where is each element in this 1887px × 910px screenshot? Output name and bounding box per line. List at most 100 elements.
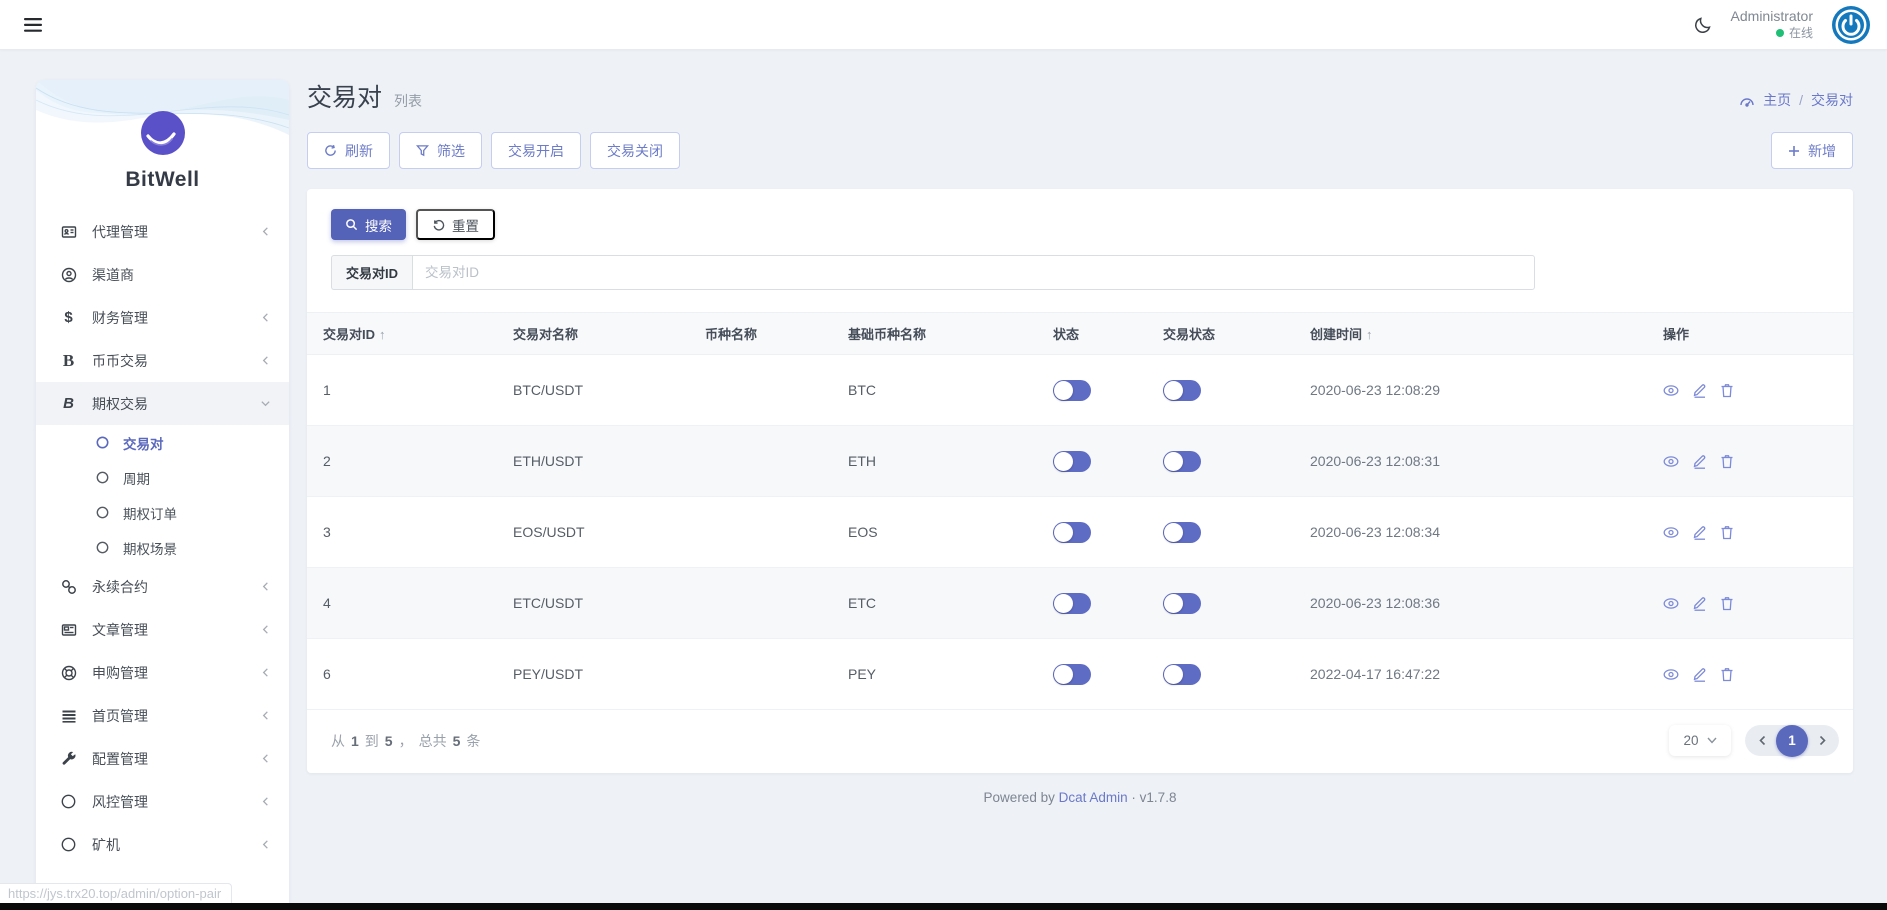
sidebar-item-label: 矿机 (92, 836, 120, 853)
status-toggle[interactable] (1053, 592, 1091, 614)
cell-coin-name (689, 567, 832, 639)
search-button-label: 搜索 (365, 218, 392, 234)
status-toggle[interactable] (1053, 663, 1091, 685)
pagination-summary: 从 1 到 5，总共 5 条 (331, 732, 481, 749)
trade-open-button[interactable]: 交易开启 (491, 132, 581, 169)
edit-pencil-icon[interactable] (1692, 666, 1707, 682)
page-title: 交易对 (307, 84, 383, 112)
brand-name: BitWell (125, 168, 200, 191)
sidebar-item-option-trading[interactable]: B 期权交易 (36, 382, 289, 425)
cell-base-coin: EOS (832, 496, 1037, 568)
cell-pair-id: 3 (307, 496, 497, 568)
edit-pencil-icon[interactable] (1692, 382, 1707, 398)
sort-asc-icon[interactable]: ↑ (379, 327, 386, 342)
sidebar-item-finance[interactable]: $ 财务管理 (36, 296, 289, 339)
sidebar-subitem-trading-pair[interactable]: 交易对 (36, 425, 289, 460)
trade-open-button-label: 交易开启 (508, 142, 564, 159)
chevron-left-icon (260, 624, 271, 635)
trade-status-toggle[interactable] (1163, 592, 1201, 614)
table-row: 1 BTC/USDT BTC 2020-06-23 12:08:29 (307, 354, 1853, 426)
cell-pair-name: ETC/USDT (497, 567, 689, 639)
view-eye-icon[interactable] (1663, 384, 1679, 397)
sidebar-subitem-label: 交易对 (123, 436, 164, 452)
trade-status-toggle[interactable] (1163, 663, 1201, 685)
cell-created-at: 2022-04-17 16:47:22 (1294, 638, 1647, 710)
cell-pair-id: 2 (307, 425, 497, 497)
view-eye-icon[interactable] (1663, 526, 1679, 539)
breadcrumb-home[interactable]: 主页 (1763, 90, 1791, 110)
column-header-coin-name: 币种名称 (689, 312, 832, 355)
status-toggle[interactable] (1053, 379, 1091, 401)
add-button[interactable]: 新增 (1771, 132, 1853, 169)
column-header-actions: 操作 (1647, 312, 1853, 355)
edit-pencil-icon[interactable] (1692, 453, 1707, 469)
trade-status-toggle[interactable] (1163, 521, 1201, 543)
table-header-row: 交易对ID ↑ 交易对名称 币种名称 基础币种名称 状态 交易状态 创建时间 ↑ 操… (307, 312, 1853, 355)
reset-button[interactable]: 重置 (416, 209, 495, 240)
powered-by-text: Powered by (983, 790, 1055, 805)
cell-pair-id: 6 (307, 638, 497, 710)
search-field-label: 交易对ID (331, 255, 413, 290)
status-toggle[interactable] (1053, 450, 1091, 472)
refresh-icon (324, 144, 337, 157)
reset-button-label: 重置 (452, 218, 479, 234)
sidebar-subitem-option-scene[interactable]: 期权场景 (36, 530, 289, 565)
hamburger-menu-icon[interactable] (24, 17, 42, 32)
prev-page-button[interactable] (1747, 735, 1777, 746)
cell-coin-name (689, 425, 832, 497)
cell-created-at: 2020-06-23 12:08:34 (1294, 496, 1647, 568)
cell-coin-name (689, 354, 832, 426)
chevron-down-icon (1706, 737, 1717, 744)
sort-asc-icon[interactable]: ↑ (1366, 327, 1373, 342)
view-eye-icon[interactable] (1663, 668, 1679, 681)
edit-pencil-icon[interactable] (1692, 595, 1707, 611)
cell-pair-name: EOS/USDT (497, 496, 689, 568)
sidebar-item-agent-management[interactable]: 代理管理 (36, 210, 289, 253)
status-toggle[interactable] (1053, 521, 1091, 543)
view-eye-icon[interactable] (1663, 597, 1679, 610)
cell-coin-name (689, 638, 832, 710)
cell-created-at: 2020-06-23 12:08:29 (1294, 354, 1647, 426)
edit-pencil-icon[interactable] (1692, 524, 1707, 540)
breadcrumb-current: 交易对 (1811, 92, 1853, 108)
top-navbar: Administrator 在线 (0, 0, 1887, 50)
page-1-button[interactable]: 1 (1776, 724, 1808, 757)
sidebar-menu: 代理管理 渠道商 $ 财务管理 B 币币交易 B 期权交易 交易对 周期 期权订… (36, 210, 289, 866)
dark-mode-moon-icon[interactable] (1693, 15, 1713, 35)
trade-status-toggle[interactable] (1163, 379, 1201, 401)
refresh-button[interactable]: 刷新 (307, 132, 390, 169)
sidebar-item-homepage-management[interactable]: 首页管理 (36, 694, 289, 737)
sidebar-subitem-option-orders[interactable]: 期权订单 (36, 495, 289, 530)
sidebar-subitem-cycle[interactable]: 周期 (36, 460, 289, 495)
column-header-created-at[interactable]: 创建时间 ↑ (1294, 312, 1647, 355)
delete-trash-icon[interactable] (1720, 596, 1734, 611)
delete-trash-icon[interactable] (1720, 454, 1734, 469)
dcat-admin-link[interactable]: Dcat Admin (1059, 790, 1128, 805)
page-size-select[interactable]: 20 (1669, 725, 1731, 756)
sidebar-item-article-management[interactable]: 文章管理 (36, 608, 289, 651)
sidebar-item-config-management[interactable]: 配置管理 (36, 737, 289, 780)
delete-trash-icon[interactable] (1720, 383, 1734, 398)
sidebar-item-label: 首页管理 (92, 707, 148, 724)
sidebar-item-risk-management[interactable]: 风控管理 (36, 780, 289, 823)
sidebar-item-channel[interactable]: 渠道商 (36, 253, 289, 296)
sidebar-item-perpetual[interactable]: 永续合约 (36, 565, 289, 608)
trading-pair-id-input[interactable] (412, 255, 1536, 290)
sidebar-item-subscription-management[interactable]: 申购管理 (36, 651, 289, 694)
delete-trash-icon[interactable] (1720, 525, 1734, 540)
column-header-status: 状态 (1037, 312, 1147, 355)
chevron-left-icon (260, 226, 271, 237)
trade-status-toggle[interactable] (1163, 450, 1201, 472)
sidebar-item-spot-trading[interactable]: B 币币交易 (36, 339, 289, 382)
delete-trash-icon[interactable] (1720, 667, 1734, 682)
trading-pairs-table: 交易对ID ↑ 交易对名称 币种名称 基础币种名称 状态 交易状态 创建时间 ↑ 操… (307, 312, 1853, 710)
sidebar-item-miner[interactable]: 矿机 (36, 823, 289, 866)
search-button[interactable]: 搜索 (331, 209, 406, 240)
user-avatar[interactable] (1831, 5, 1871, 45)
filter-button[interactable]: 筛选 (399, 132, 482, 169)
trade-close-button[interactable]: 交易关闭 (590, 132, 680, 169)
column-header-pair-id[interactable]: 交易对ID ↑ (307, 312, 497, 355)
cell-base-coin: BTC (832, 354, 1037, 426)
next-page-button[interactable] (1807, 735, 1837, 746)
view-eye-icon[interactable] (1663, 455, 1679, 468)
